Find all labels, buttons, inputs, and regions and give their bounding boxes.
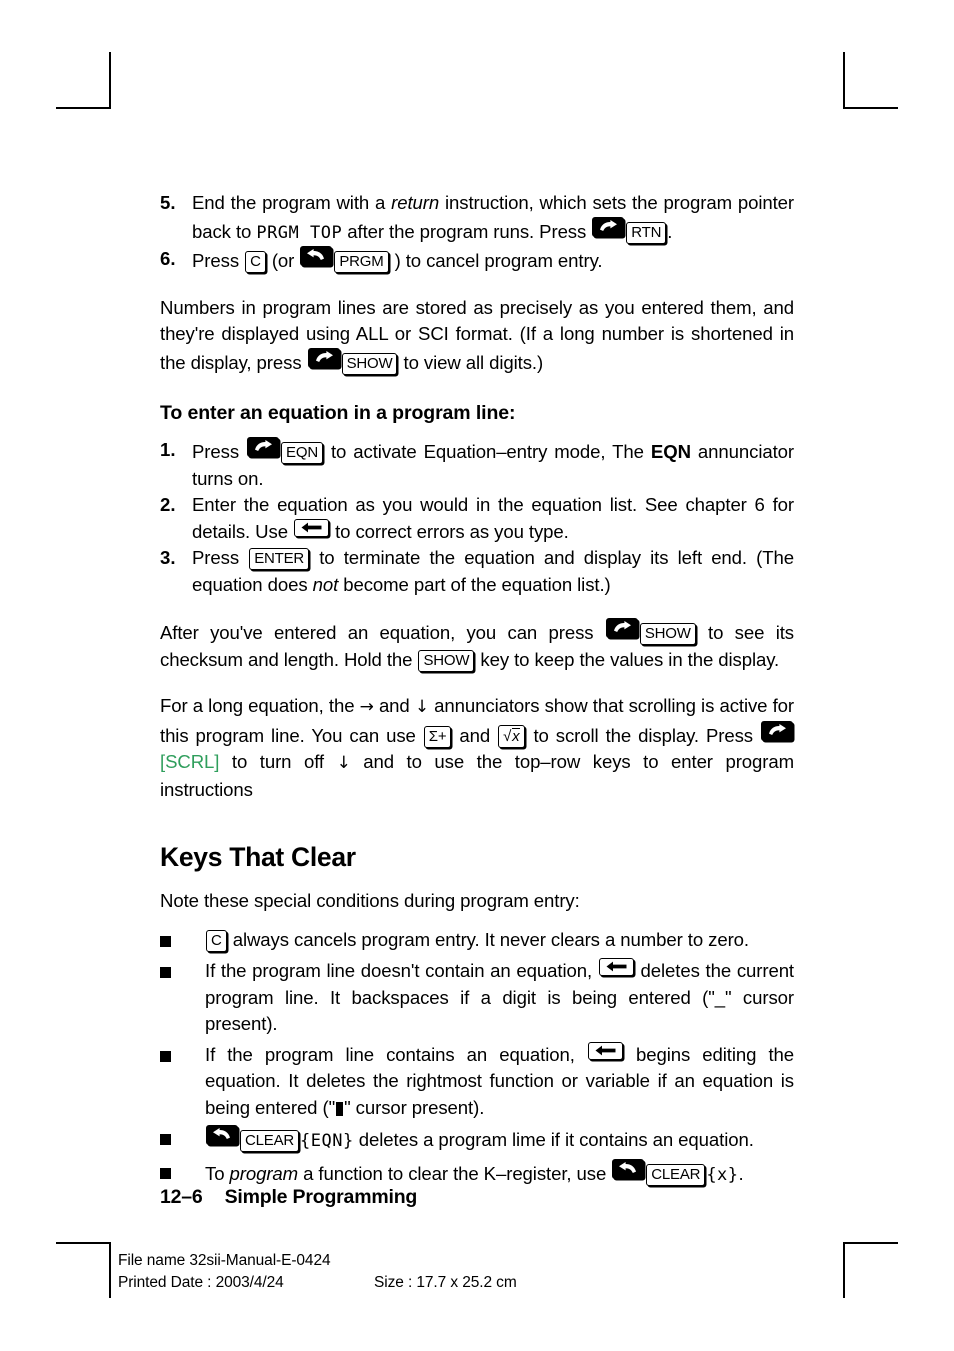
calculator-key-clear[interactable]: CLEAR — [646, 1163, 706, 1186]
print-date: Printed Date : 2003/4/24 — [118, 1274, 284, 1291]
emphasis-text: return — [391, 192, 440, 213]
numbered-step: 1. Press EQN to activate Equation–entry … — [160, 437, 794, 492]
footer-chapter-title: Simple Programming — [224, 1186, 418, 1208]
list-item-text: To program a function to clear the K–reg… — [205, 1158, 794, 1189]
backspace-key-icon[interactable] — [587, 1041, 623, 1060]
step-text: Press ENTER to terminate the equation an… — [192, 547, 794, 595]
step-number: 3. — [160, 547, 176, 568]
lcd-display-text: {EQN} — [300, 1131, 354, 1152]
annunciator-arrow-icon: ↓ — [336, 753, 351, 773]
crop-mark-top-right-vertical — [843, 52, 845, 108]
calculator-key-prgm[interactable]: PRGM — [334, 251, 389, 273]
step-text: Press C (or PRGM ) to cancel program ent… — [192, 246, 794, 275]
calculator-key-c[interactable]: C — [245, 251, 266, 273]
calculator-key-[interactable]: Σ+ — [423, 725, 452, 748]
crop-mark-bottom-left-horizontal — [56, 1242, 111, 1244]
emphasis-text: program — [229, 1162, 299, 1184]
right-shift-key-icon[interactable] — [605, 618, 638, 638]
left-shift-key-icon[interactable] — [612, 1158, 645, 1179]
bullet-square-icon — [160, 1159, 205, 1187]
block-cursor-icon — [336, 1101, 344, 1116]
list-item-text: C always cancels program entry. It never… — [205, 927, 794, 954]
backspace-key-icon[interactable] — [598, 958, 634, 977]
crop-mark-bottom-right-vertical — [843, 1242, 845, 1298]
right-shift-key-icon[interactable] — [592, 216, 625, 237]
calculator-key-show[interactable]: SHOW — [341, 352, 398, 375]
list-item: To program a function to clear the K–reg… — [160, 1158, 794, 1189]
annunciator-arrow-icon: → — [359, 697, 374, 717]
right-shift-key-icon[interactable] — [761, 720, 793, 741]
right-shift-key-icon[interactable] — [247, 437, 280, 457]
backspace-key-icon[interactable] — [294, 518, 330, 537]
numbered-step-list-top: 5. End the program with a return instruc… — [160, 190, 794, 275]
bullet-square-icon — [160, 1125, 205, 1153]
emphasis-text: not — [312, 573, 339, 595]
calculator-key-eqn[interactable]: EQN — [281, 442, 323, 464]
step-number: 5. — [160, 192, 176, 213]
step-number: 1. — [160, 439, 176, 460]
list-item-text: If the program line doesn't contain an e… — [205, 958, 794, 1035]
lcd-display-text: PRGM TOP — [256, 222, 343, 243]
strong-text: EQN — [650, 441, 691, 462]
list-item: If the program line contains an equation… — [160, 1041, 794, 1122]
crop-mark-top-left-horizontal — [56, 107, 111, 109]
page-footer: 12–6 Simple Programming — [160, 1186, 417, 1209]
calculator-key-enter[interactable]: ENTER — [249, 548, 310, 570]
numbered-step-list-equation: 1. Press EQN to activate Equation–entry … — [160, 437, 794, 598]
section-heading-keys-that-clear: Keys That Clear — [160, 842, 356, 872]
calculator-key-show[interactable]: SHOW — [418, 649, 475, 672]
list-item-text: If the program line contains an equation… — [205, 1041, 794, 1118]
numbered-step: 5. End the program with a return instruc… — [160, 190, 794, 246]
print-size: Size : 17.7 x 25.2 cm — [374, 1274, 517, 1291]
step-text: Enter the equation as you would in the e… — [192, 494, 794, 542]
right-shift-key-icon[interactable] — [307, 347, 340, 368]
paragraph-numbers-in-program-lines: Numbers in program lines are stored as p… — [160, 296, 794, 375]
calculator-key-clear[interactable]: CLEAR — [240, 1130, 300, 1153]
numbered-step: 6. Press C (or PRGM ) to cancel program … — [160, 246, 794, 275]
subheading-enter-equation: To enter an equation in a program line: — [160, 402, 516, 424]
paragraph-checksum-and-length: After you've entered an equation, you ca… — [160, 618, 794, 673]
bullet-square-icon — [160, 1042, 205, 1070]
left-shift-key-icon[interactable] — [300, 246, 333, 266]
crop-mark-top-right-horizontal — [843, 107, 898, 109]
step-number: 6. — [160, 248, 176, 269]
crop-mark-bottom-left-vertical — [109, 1242, 111, 1298]
calculator-key-show[interactable]: SHOW — [639, 623, 696, 645]
calculator-key-sqrt-x[interactable]: √x — [498, 724, 526, 748]
footer-page-number: 12–6 — [160, 1186, 203, 1208]
bullet-square-icon — [160, 927, 205, 955]
print-production-info: File name 32sii-Manual-E-0424 Printed Da… — [118, 1250, 517, 1294]
paragraph-scrolling: For a long equation, the → and ↓ annunci… — [160, 695, 794, 800]
numbered-step: 2. Enter the equation as you would in th… — [160, 492, 794, 545]
list-item: C always cancels program entry. It never… — [160, 927, 794, 955]
numbered-step: 3. Press ENTER to terminate the equation… — [160, 545, 794, 598]
lcd-display-text: {x} — [706, 1164, 739, 1185]
document-body: 5. End the program with a return instruc… — [160, 190, 794, 1188]
list-item: If the program line doesn't contain an e… — [160, 958, 794, 1038]
crop-mark-top-left-vertical — [109, 52, 111, 108]
print-file-name: File name 32sii-Manual-E-0424 — [118, 1252, 331, 1269]
calculator-key-rtn[interactable]: RTN — [626, 221, 667, 244]
soft-key-label-scrl: [SCRL] — [160, 751, 220, 772]
annunciator-arrow-icon: ↓ — [414, 697, 429, 717]
bullet-square-icon — [160, 958, 205, 986]
step-text: End the program with a return instructio… — [192, 192, 794, 244]
bullet-list-keys-that-clear: C always cancels program entry. It never… — [160, 927, 794, 1189]
paragraph-note-special-conditions: Note these special conditions during pro… — [160, 890, 580, 912]
step-text: Press EQN to activate Equation–entry mod… — [192, 437, 794, 492]
left-shift-key-icon[interactable] — [206, 1125, 238, 1146]
step-number: 2. — [160, 494, 176, 515]
list-item: CLEAR {EQN} deletes a program lime if it … — [160, 1125, 794, 1155]
crop-mark-bottom-right-horizontal — [843, 1242, 898, 1244]
calculator-key-c[interactable]: C — [206, 929, 227, 952]
list-item-text: CLEAR {EQN} deletes a program lime if it … — [205, 1125, 794, 1155]
